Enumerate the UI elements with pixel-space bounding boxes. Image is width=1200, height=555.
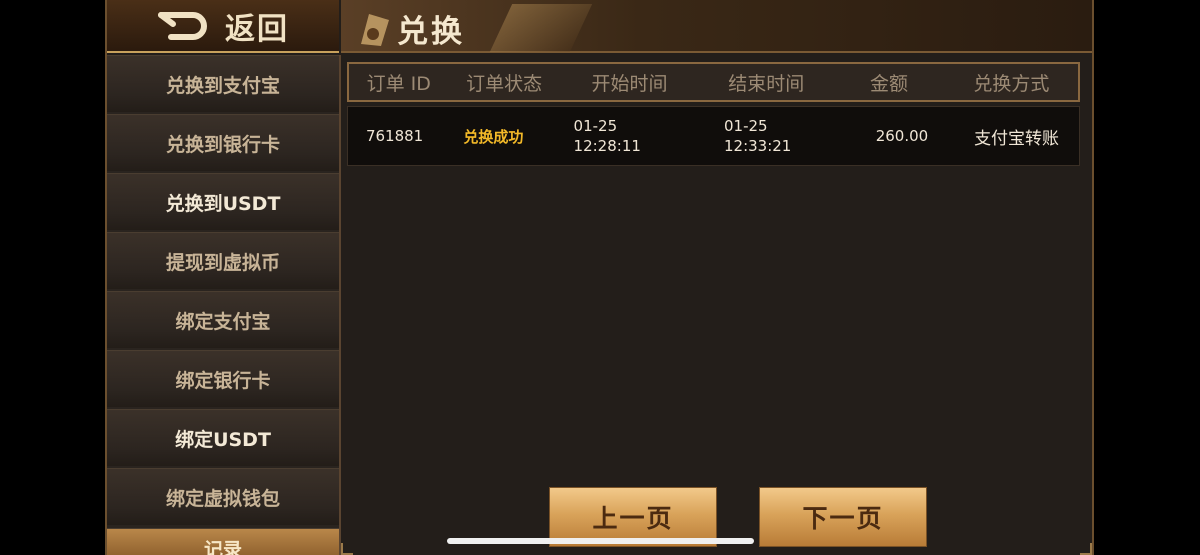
page-title: 兑换 <box>397 14 465 50</box>
sidebar: 兑换到支付宝 兑换到银行卡 兑换到USDT 提现到虚拟币 绑定支付宝 绑定银行卡… <box>107 55 341 555</box>
orders-table: 订单 ID 订单状态 开始时间 结束时间 金额 兑换方式 761881 兑换成功… <box>347 62 1080 166</box>
frame-corner-decoration <box>1080 543 1092 555</box>
back-label: 返回 <box>225 11 289 47</box>
sidebar-item-bind-usdt[interactable]: 绑定USDT <box>107 409 339 466</box>
sidebar-item-bind-alipay[interactable]: 绑定支付宝 <box>107 291 339 348</box>
column-header-end-time: 结束时间 <box>728 72 805 95</box>
home-indicator[interactable] <box>447 538 754 544</box>
table-header: 订单 ID 订单状态 开始时间 结束时间 金额 兑换方式 <box>347 62 1080 102</box>
start-time-cell: 01-25 12:28:11 <box>546 116 704 156</box>
method-cell: 支付宝转账 <box>974 128 1060 149</box>
exchange-window: 返回 兑换 兑换到支付宝 兑换到银行卡 兑换到USDT 提现到虚拟币 绑定支付宝… <box>105 0 1094 555</box>
end-clock: 12:33:21 <box>723 137 792 155</box>
back-button[interactable]: 返回 <box>107 0 339 53</box>
order-status-cell: 兑换成功 <box>463 127 524 146</box>
sidebar-item-bind-bank-card[interactable]: 绑定银行卡 <box>107 350 339 407</box>
amount-cell: 260.00 <box>875 127 929 145</box>
next-page-button[interactable]: 下一页 <box>759 487 927 547</box>
back-arrow-icon <box>158 11 207 40</box>
end-time-cell: 01-25 12:33:21 <box>704 116 850 156</box>
column-header-method: 兑换方式 <box>973 72 1050 95</box>
frame-corner-decoration <box>341 543 353 555</box>
sidebar-item-bind-wallet[interactable]: 绑定虚拟钱包 <box>107 468 339 525</box>
table-row[interactable]: 761881 兑换成功 01-25 12:28:11 01-25 12:33:2… <box>347 106 1080 166</box>
header-card-decoration <box>489 4 593 52</box>
sidebar-item-exchange-alipay[interactable]: 兑换到支付宝 <box>107 55 339 112</box>
column-header-amount: 金额 <box>870 72 909 95</box>
sidebar-item-exchange-usdt[interactable]: 兑换到USDT <box>107 173 339 230</box>
order-id-cell: 761881 <box>365 127 424 145</box>
end-date: 01-25 <box>723 117 768 135</box>
column-header-start-time: 开始时间 <box>591 72 668 95</box>
page-header: 兑换 <box>341 0 1092 53</box>
column-header-status: 订单状态 <box>466 72 543 95</box>
exchange-badge-icon <box>361 14 389 46</box>
sidebar-item-records[interactable]: 记录 <box>107 528 339 555</box>
sidebar-item-withdraw-crypto[interactable]: 提现到虚拟币 <box>107 232 339 289</box>
start-clock: 12:28:11 <box>573 137 641 155</box>
sidebar-item-exchange-bank-card[interactable]: 兑换到银行卡 <box>107 114 339 171</box>
start-date: 01-25 <box>573 117 618 135</box>
column-header-order-id: 订单 ID <box>366 72 431 95</box>
